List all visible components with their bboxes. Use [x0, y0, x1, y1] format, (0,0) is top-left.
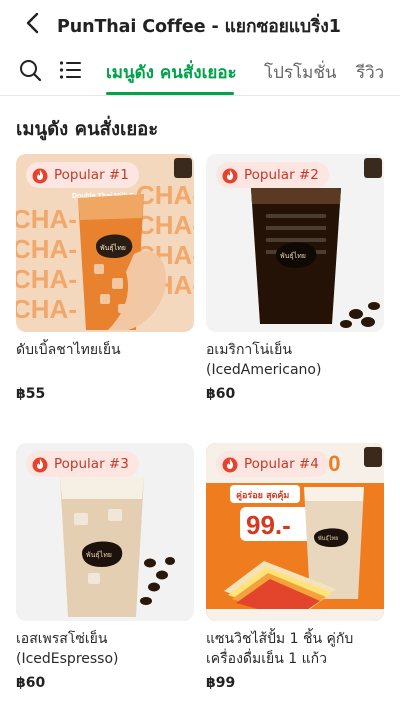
item-price: ฿99 — [206, 675, 236, 691]
store-title: PunThai Coffee - แยกซอยแบริ่ง1 — [57, 17, 341, 37]
svg-text:พันธุ์ไทย: พันธุ์ไทย — [318, 535, 338, 542]
back-chevron-icon[interactable] — [22, 9, 46, 37]
svg-text:99.-: 99.- — [246, 510, 291, 540]
item-price: ฿60 — [16, 675, 46, 691]
svg-text:พันธุ์ไทย: พันธุ์ไทย — [100, 243, 126, 252]
popular-badge-label: Popular #3 — [54, 456, 129, 472]
popular-badge-label: Popular #1 — [54, 167, 129, 183]
fire-icon — [222, 457, 238, 473]
list-icon[interactable] — [59, 60, 81, 80]
popular-badge: Popular #4 — [216, 451, 329, 477]
category-tab-bar: เมนูดัง คนสั่งเยอะ โปรโมชั่น รีวิว — [0, 48, 400, 96]
svg-text:CHA-: CHA- — [136, 210, 194, 240]
svg-text:CHA-: CHA- — [136, 180, 194, 210]
fire-icon — [32, 457, 48, 473]
svg-text:CHA-: CHA- — [16, 264, 77, 294]
item-price: ฿55 — [16, 386, 46, 402]
tab-promotions[interactable]: โปรโมชั่น — [264, 59, 337, 86]
svg-text:CHA-: CHA- — [16, 294, 77, 324]
menu-item-image[interactable]: พันธุ์ไทย Popular #2 — [206, 154, 384, 332]
popular-badge: Popular #2 — [216, 162, 329, 188]
fire-icon — [222, 168, 238, 184]
tab-reviews[interactable]: รีวิว — [356, 59, 384, 86]
active-tab-indicator — [106, 92, 234, 95]
search-icon[interactable] — [18, 58, 42, 82]
item-name: อเมริกาโน่เย็น (IcedAmericano) — [206, 342, 322, 378]
svg-text:พันธุ์ไทย: พันธุ์ไทย — [280, 251, 306, 260]
svg-text:CHA-: CHA- — [16, 204, 77, 234]
app-header: PunThai Coffee - แยกซอยแบริ่ง1 — [0, 0, 400, 48]
popular-badge-label: Popular #2 — [244, 167, 319, 183]
fire-icon — [32, 168, 48, 184]
svg-text:CHA-: CHA- — [16, 234, 77, 264]
svg-text:พันธุ์ไทย: พันธุ์ไทย — [86, 550, 112, 559]
item-name: ดับเบิ้ลชาไทยเย็น — [16, 342, 121, 358]
tab-popular-menu[interactable]: เมนูดัง คนสั่งเยอะ — [106, 59, 237, 86]
menu-item-image[interactable]: พันธุ์ไทย Popular #3 — [16, 443, 194, 621]
item-name: เอสเพรสโซ่เย็น (IcedEspresso) — [16, 631, 119, 667]
section-title: เมนูดัง คนสั่งเยอะ — [16, 119, 159, 140]
popular-badge: Popular #3 — [26, 451, 139, 477]
menu-item-image[interactable]: 30 คู่อร่อย สุดคุ้ม 99.- พันธุ์ไทย — [206, 443, 384, 621]
item-name: แซนวิชไส้ปั้ม 1 ชิ้น คู่กับ เครื่องดื่มเ… — [206, 631, 354, 667]
menu-item-image[interactable]: CHA- CHA- CHA- CHA- CHA- CHA- CHA- CHA- … — [16, 154, 194, 332]
svg-text:คู่อร่อย สุดคุ้ม: คู่อร่อย สุดคุ้ม — [236, 490, 289, 501]
popular-badge: Popular #1 — [26, 162, 139, 188]
popular-badge-label: Popular #4 — [244, 456, 319, 472]
item-price: ฿60 — [206, 386, 236, 402]
